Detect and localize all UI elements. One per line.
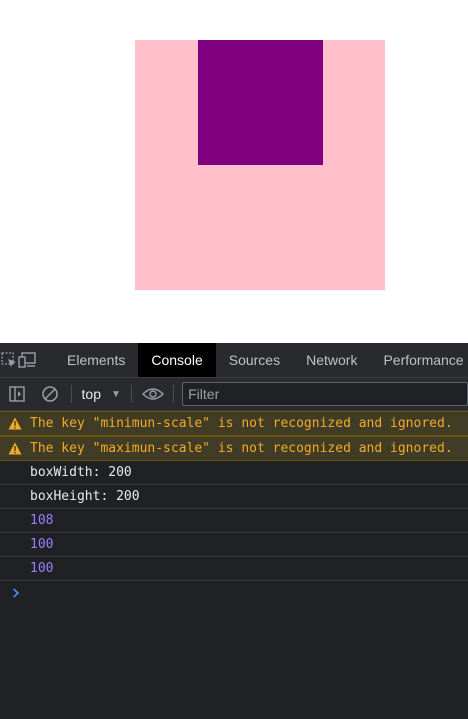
console-message-text: 108 <box>30 513 54 528</box>
outer-box <box>135 40 385 290</box>
console-warning: The key "minimun-scale" is not recognize… <box>0 411 468 436</box>
context-selector[interactable]: top ▼ <box>76 378 127 410</box>
tab-sources[interactable]: Sources <box>216 343 293 377</box>
page-viewport <box>0 0 468 343</box>
console-log-number: 100 <box>0 533 468 557</box>
console-warning: The key "maximun-scale" is not recognize… <box>0 436 468 461</box>
toolbar-divider <box>173 385 175 403</box>
devtools-panel: Elements Console Sources Network Perform… <box>0 343 468 719</box>
live-expression-eye-icon[interactable] <box>136 378 169 410</box>
sidebar-toggle-icon[interactable] <box>0 378 33 410</box>
tab-performance[interactable]: Performance <box>370 343 468 377</box>
context-label: top <box>81 386 101 402</box>
inspect-element-icon[interactable] <box>0 343 18 377</box>
console-prompt[interactable] <box>0 581 468 605</box>
warning-icon <box>0 417 30 430</box>
console-log-number: 108 <box>0 509 468 533</box>
console-toolbar: top ▼ <box>0 378 468 411</box>
toolbar-divider <box>70 385 72 403</box>
prompt-chevron-icon <box>12 588 20 598</box>
console-messages: The key "minimun-scale" is not recognize… <box>0 411 468 605</box>
tab-elements[interactable]: Elements <box>54 343 138 377</box>
inner-box <box>198 40 323 165</box>
console-log: boxHeight: 200 <box>0 485 468 509</box>
console-message-text: boxWidth: 200 <box>30 465 132 480</box>
tab-network[interactable]: Network <box>293 343 370 377</box>
warning-icon <box>0 442 30 455</box>
console-message-text: boxHeight: 200 <box>30 489 140 504</box>
console-message-text: 100 <box>30 537 54 552</box>
console-log-number: 100 <box>0 557 468 581</box>
console-message-text: The key "minimun-scale" is not recognize… <box>30 416 453 431</box>
clear-console-icon[interactable] <box>33 378 66 410</box>
console-message-text: The key "maximun-scale" is not recognize… <box>30 441 453 456</box>
device-toolbar-icon[interactable] <box>18 343 38 377</box>
filter-input[interactable] <box>182 382 468 406</box>
toolbar-divider <box>130 385 132 403</box>
devtools-tabbar: Elements Console Sources Network Perform… <box>0 343 468 378</box>
tab-console[interactable]: Console <box>138 343 216 377</box>
console-log: boxWidth: 200 <box>0 461 468 485</box>
chevron-down-icon: ▼ <box>110 388 121 400</box>
console-message-text: 100 <box>30 561 54 576</box>
